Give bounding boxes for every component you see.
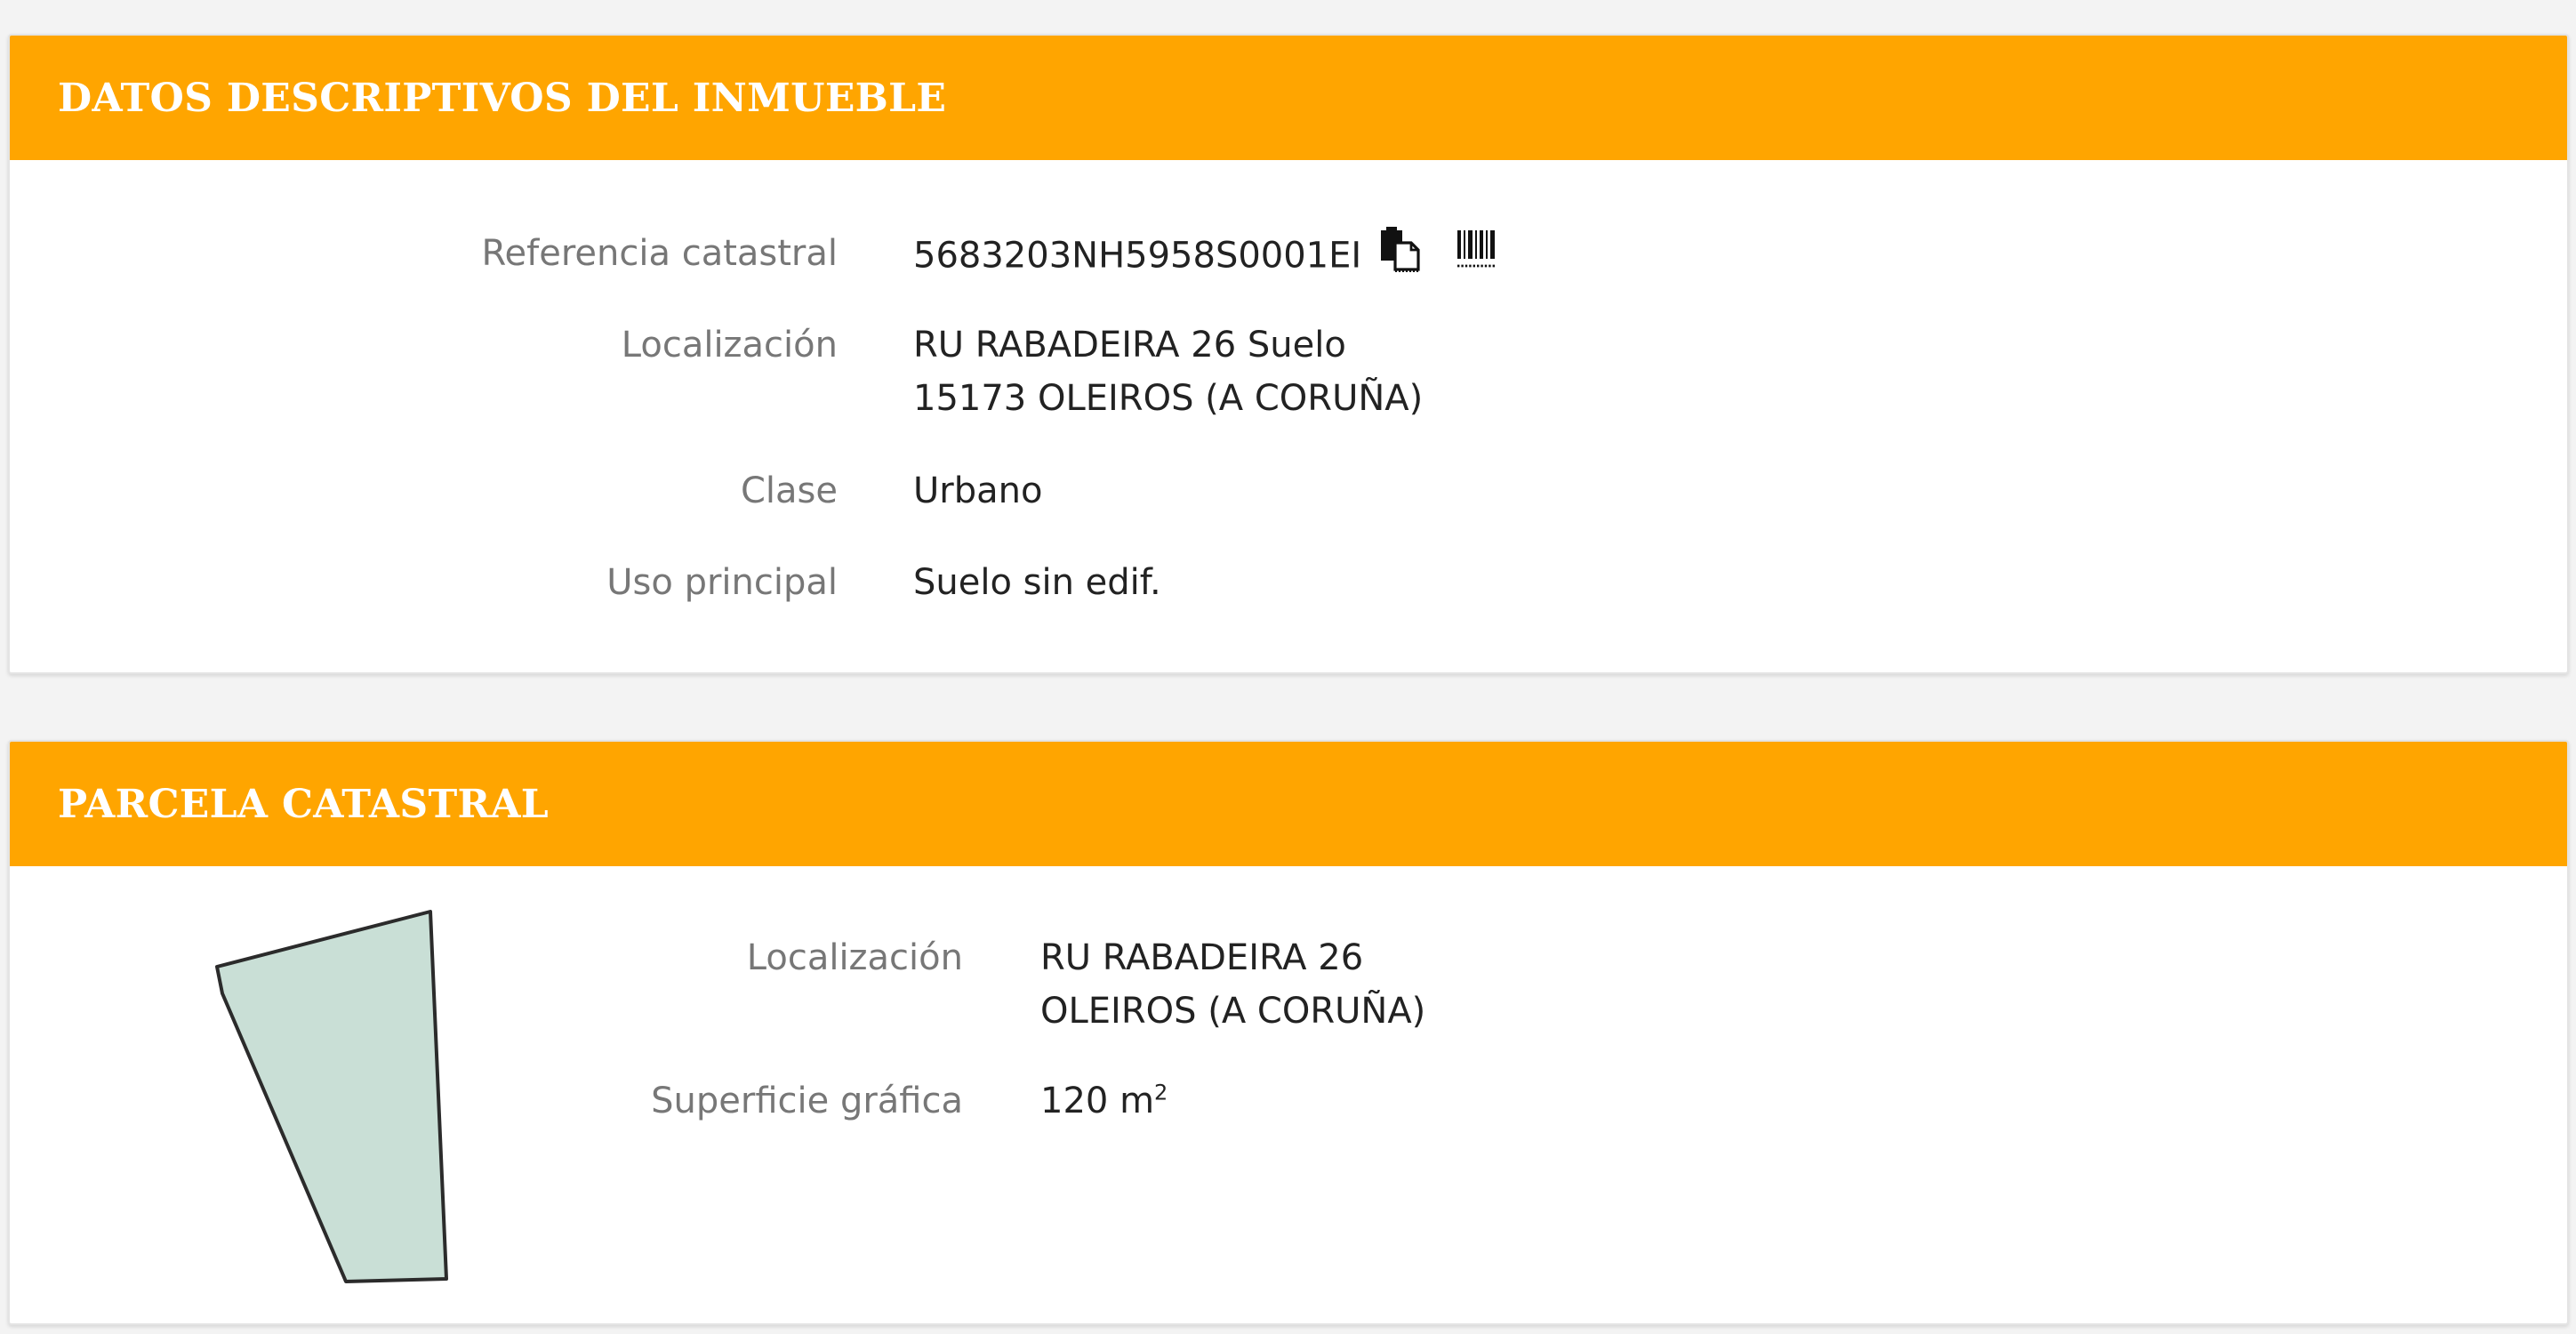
- uso-principal-label: Uso principal: [606, 562, 838, 603]
- parcel-shape[interactable]: [213, 903, 462, 1294]
- referencia-catastral-value-row: 5683203NH5958S0001EI: [913, 227, 1498, 288]
- superficie-grafica-value: 120 m2: [1040, 1074, 1168, 1128]
- clase-label: Clase: [740, 470, 838, 511]
- localizacion-value: RU RABADEIRA 26 Suelo 15173 OLEIROS (A C…: [913, 318, 1423, 425]
- superficie-number: 120 m: [1040, 1081, 1155, 1121]
- parcela-localizacion-label: Localización: [746, 937, 963, 978]
- uso-principal-value: Suelo sin edif.: [913, 562, 1161, 603]
- clase-value: Urbano: [913, 470, 1043, 511]
- parcela-localizacion-line1: RU RABADEIRA 26: [1040, 937, 1364, 978]
- localizacion-label: Localización: [621, 325, 838, 366]
- localizacion-line1: RU RABADEIRA 26 Suelo: [913, 325, 1346, 366]
- localizacion-line2: 15173 OLEIROS (A CORUÑA): [913, 378, 1424, 419]
- superficie-grafica-label: Superficie gráfica: [651, 1081, 963, 1121]
- referencia-catastral-value: 5683203NH5958S0001EI: [913, 235, 1362, 277]
- parcela-localizacion-line2: OLEIROS (A CORUÑA): [1040, 991, 1426, 1032]
- parcela-catastral-header: PARCELA CATASTRAL: [10, 742, 2567, 866]
- parcela-catastral-title: PARCELA CATASTRAL: [58, 781, 550, 827]
- parcela-localizacion-value: RU RABADEIRA 26 OLEIROS (A CORUÑA): [1040, 931, 1425, 1038]
- barcode-icon[interactable]: [1456, 227, 1498, 288]
- page: DATOS DESCRIPTIVOS DEL INMUEBLE Referenc…: [0, 0, 2576, 1334]
- datos-descriptivos-header: DATOS DESCRIPTIVOS DEL INMUEBLE: [10, 36, 2567, 160]
- referencia-catastral-label: Referencia catastral: [481, 233, 838, 274]
- copy-icon[interactable]: [1377, 227, 1420, 288]
- datos-descriptivos-title: DATOS DESCRIPTIVOS DEL INMUEBLE: [58, 75, 947, 121]
- superficie-exponent: 2: [1154, 1080, 1168, 1105]
